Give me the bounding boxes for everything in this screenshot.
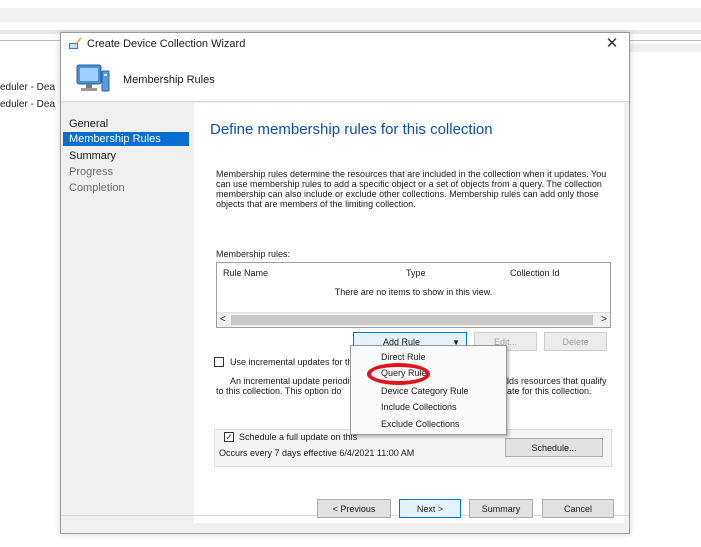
add-rule-menu: Direct Rule Query Rule Device Category R… [350,345,507,435]
wizard-app-icon [69,37,82,49]
menu-item-device-category-rule[interactable]: Device Category Rule [381,386,469,396]
wizard-dialog: Create Device Collection Wizard ✕ Member… [60,32,630,534]
empty-list-text: There are no items to show in this view. [334,287,493,297]
summary-button[interactable]: Summary [469,499,533,518]
scrollbar-thumb[interactable] [231,315,593,325]
nav-item-summary[interactable]: Summary [63,149,189,163]
schedule-full-update-label: Schedule a full update on this [239,432,358,442]
nav-item-completion: Completion [69,182,125,194]
nav-item-general[interactable]: General [63,117,189,131]
column-header-rule-name[interactable]: Rule Name [223,268,268,278]
incremental-description-line2: to this collection. This option do [216,386,342,396]
title-bar: Create Device Collection Wizard ✕ [61,33,629,55]
membership-rules-list[interactable]: Rule Name Type Collection Id There are n… [216,262,611,328]
membership-rules-label: Membership rules: [216,249,291,259]
background-list-row[interactable]: eduler - Dea [0,99,55,110]
delete-button[interactable]: Delete [544,332,607,351]
window-title: Create Device Collection Wizard [87,38,246,50]
background-list-row[interactable]: eduler - Dea [0,82,55,93]
next-button[interactable]: Next > [399,499,461,518]
menu-item-direct-rule[interactable]: Direct Rule [381,352,426,362]
background-toolbar [0,8,701,22]
schedule-button[interactable]: Schedule... [505,438,603,457]
nav-item-progress: Progress [69,166,114,178]
incremental-updates-checkbox[interactable] [214,357,224,367]
schedule-full-update-checkbox[interactable]: ✓ [224,432,234,442]
description-text: Membership rules determine the resources… [216,169,607,209]
computer-monitor-icon [76,64,110,92]
scroll-right-arrow[interactable]: > [601,313,607,327]
background-band-right [620,44,701,52]
header-title: Membership Rules [123,74,215,86]
wizard-nav: General Membership Rules Summary Progres… [61,112,191,533]
close-button[interactable]: ✕ [601,34,623,54]
wizard-header: Membership Rules [61,55,629,102]
page-title: Define membership rules for this collect… [210,121,493,138]
column-header-collection-id[interactable]: Collection Id [510,268,560,278]
incremental-updates-label: Use incremental updates for this [230,357,360,367]
column-header-type[interactable]: Type [406,268,426,278]
incremental-description-line2-end: date for this collection. [502,386,592,396]
background-divider-right [620,40,701,41]
background-divider [0,40,60,41]
previous-button[interactable]: < Previous [317,499,391,518]
scroll-left-arrow[interactable]: < [220,313,226,327]
highlight-circle-annotation [367,363,430,385]
cancel-button[interactable]: Cancel [542,499,614,518]
menu-item-include-collections[interactable]: Include Collections [381,402,457,412]
horizontal-scrollbar[interactable]: < > [217,312,610,327]
menu-item-exclude-collections[interactable]: Exclude Collections [381,419,460,429]
schedule-occurs-text: Occurs every 7 days effective 6/4/2021 1… [219,448,415,458]
content-panel: Define membership rules for this collect… [194,103,624,523]
nav-item-membership-rules[interactable]: Membership Rules [63,132,189,146]
